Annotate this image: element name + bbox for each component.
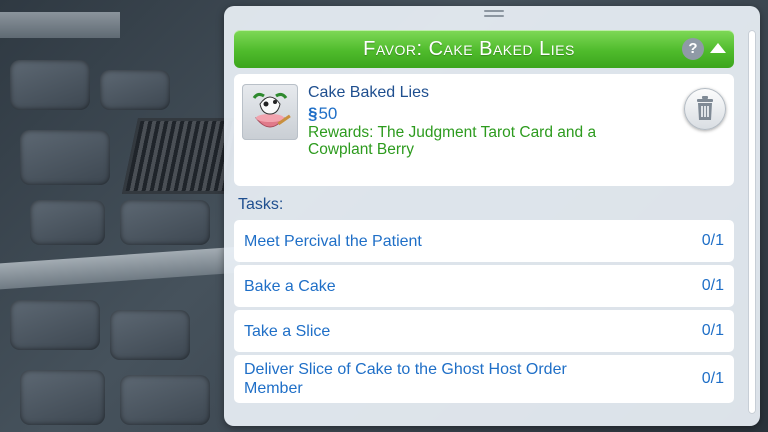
task-row[interactable]: Deliver Slice of Cake to the Ghost Host … (234, 355, 734, 403)
task-name: Bake a Cake (244, 278, 336, 295)
favor-rewards: Rewards: The Judgment Tarot Card and a C… (308, 124, 597, 158)
cobblestone (120, 200, 210, 245)
tasks-heading: Tasks: (238, 196, 284, 213)
cobblestone (100, 70, 170, 110)
task-progress: 0/1 (701, 232, 724, 249)
trash-icon (697, 96, 713, 120)
trash-button[interactable] (684, 88, 726, 130)
cobblestone (10, 60, 90, 110)
task-name: Meet Percival the Patient (244, 233, 422, 250)
favor-header-title: Favor: Cake Baked Lies (363, 38, 575, 60)
cobblestone (120, 375, 210, 425)
drag-handle-icon[interactable] (484, 10, 504, 20)
curb-stone (0, 246, 240, 290)
curb-stone (0, 12, 120, 38)
cobblestone (20, 370, 105, 425)
favor-title: Cake Baked Lies (308, 84, 429, 101)
cobblestone (30, 200, 105, 245)
favor-card: Cake Baked Lies §50 Rewards: The Judgmen… (234, 74, 734, 186)
task-progress: 0/1 (701, 370, 724, 387)
task-progress: 0/1 (701, 322, 724, 339)
task-row[interactable]: Meet Percival the Patient 0/1 (234, 220, 734, 262)
task-progress: 0/1 (701, 277, 724, 294)
favor-header: Favor: Cake Baked Lies ? (234, 30, 734, 68)
favor-price: §50 (308, 104, 337, 124)
collapse-arrow-icon[interactable] (710, 43, 726, 53)
simoleon-icon: § (308, 104, 318, 123)
cobblestone (110, 310, 190, 360)
favor-panel: Favor: Cake Baked Lies ? Cake Baked Lies… (224, 6, 760, 426)
cobblestone (10, 300, 100, 350)
cowplant-cake-icon (242, 84, 298, 140)
task-name: Deliver Slice of Cake to the Ghost Host … (244, 361, 567, 397)
task-row[interactable]: Bake a Cake 0/1 (234, 265, 734, 307)
task-name: Take a Slice (244, 323, 331, 340)
favor-price-value: 50 (318, 104, 338, 123)
scrollbar[interactable] (748, 30, 756, 414)
task-row[interactable]: Take a Slice 0/1 (234, 310, 734, 352)
cobblestone (20, 130, 110, 185)
help-button[interactable]: ? (682, 38, 704, 60)
